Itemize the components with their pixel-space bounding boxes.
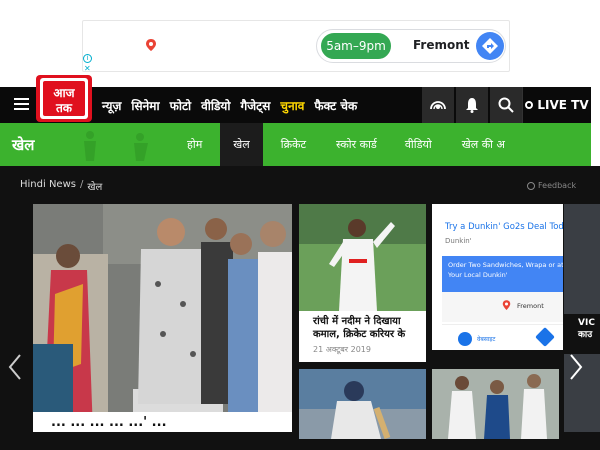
story-date: 21 अक्टूबर 2019 <box>313 345 371 354</box>
ad-brand: Dunkin' <box>445 237 472 245</box>
carousel-prev-button[interactable] <box>5 352 25 382</box>
main-story-caption: ... ... ... ... ...' ... <box>51 415 167 430</box>
story-card-players[interactable] <box>432 369 559 439</box>
bell-icon <box>466 98 478 113</box>
tab-scorecard[interactable]: स्कोर कार्ड <box>326 123 387 166</box>
tab-video[interactable]: वीडियो <box>395 123 442 166</box>
feedback-icon <box>527 181 535 190</box>
live-tv-label: LIVE TV <box>537 98 589 112</box>
carousel-next-button[interactable] <box>566 352 586 382</box>
search-icon <box>498 97 514 113</box>
chevron-left-icon <box>8 354 21 380</box>
nav-video[interactable]: वीडियो <box>201 97 230 114</box>
top-header: आज तक न्यूज़ सिनेमा फोटो वीडियो गैजेट्स … <box>0 75 591 123</box>
story-card[interactable]: रांची में नदीम ने दिखाया कमाल, क्रिकेट क… <box>299 204 426 362</box>
section-tabs: होम खेल क्रिकेट स्कोर कार्ड वीडियो खेल क… <box>177 123 515 166</box>
store-hours: 5am–9pm <box>321 33 391 59</box>
section-title[interactable]: खेल <box>12 135 34 155</box>
chevron-right-icon <box>570 354 583 380</box>
ad-location-box: Fremont <box>442 292 563 322</box>
nav-election[interactable]: चुनाव <box>280 97 304 114</box>
feedback-link[interactable]: Feedback <box>527 181 576 190</box>
ad-close-icon[interactable]: ✕ <box>84 64 91 73</box>
tab-cricket[interactable]: क्रिकेट <box>271 123 316 166</box>
main-nav: न्यूज़ सिनेमा फोटो वीडियो गैजेट्स चुनाव … <box>102 87 367 123</box>
ad-location-name: Fremont <box>517 302 544 310</box>
tab-more-sports[interactable]: खेल की अ <box>452 123 515 166</box>
live-tv-button[interactable]: LIVE TV <box>522 87 591 123</box>
section-nav: खेल होम खेल क्रिकेट स्कोर कार्ड वीडियो ख… <box>0 123 591 166</box>
podcast-button[interactable] <box>422 87 454 123</box>
live-dot-icon <box>525 101 534 109</box>
aajtak-logo[interactable]: आज तक <box>34 75 94 123</box>
peek-caption: VIC काउ <box>578 318 595 340</box>
main-story-card[interactable]: ... ... ... ... ...' ... <box>33 204 292 432</box>
svg-text:आज: आज <box>53 86 75 100</box>
breadcrumb-current: खेल <box>87 182 103 193</box>
svg-text:तक: तक <box>55 101 73 115</box>
nav-news[interactable]: न्यूज़ <box>102 97 121 114</box>
story-headline[interactable]: रांची में नदीम ने दिखाया कमाल, क्रिकेट क… <box>299 311 426 341</box>
story-image <box>432 369 559 439</box>
nav-photo[interactable]: फोटो <box>170 97 192 114</box>
dunkin-ad-card[interactable]: Try a Dunkin' Go2s Deal Today Dunkin' Or… <box>432 204 563 350</box>
page: i ✕ 5am–9pm Fremont आज तक न्यूज़ सिनेमा <box>0 0 600 450</box>
nav-cinema[interactable]: सिनेमा <box>131 97 159 114</box>
ad-offer-box[interactable]: Order Two Sandwiches, Wrapa or at Your L… <box>442 256 563 292</box>
story-image <box>299 369 426 439</box>
podcast-icon <box>430 101 446 110</box>
search-button[interactable] <box>490 87 522 123</box>
feedback-label: Feedback <box>538 181 577 190</box>
map-ad-banner[interactable]: i ✕ 5am–9pm Fremont <box>82 20 510 73</box>
tab-sports[interactable]: खेल <box>220 123 263 166</box>
store-location: Fremont <box>413 38 470 52</box>
ad-info-icon[interactable]: i <box>83 54 92 63</box>
directions-icon <box>482 38 498 54</box>
breadcrumb-separator: / <box>79 179 84 190</box>
website-globe-icon[interactable] <box>458 332 472 346</box>
nav-fact-check[interactable]: फैक्ट चेक <box>314 97 357 114</box>
location-pin-icon <box>502 300 511 310</box>
next-slide-peek[interactable]: VIC काउ <box>564 204 600 432</box>
directions-button[interactable] <box>476 32 504 60</box>
menu-icon[interactable] <box>14 98 29 110</box>
ad-website-label[interactable]: वेबसाइट <box>477 335 495 343</box>
story-image <box>299 204 426 311</box>
story-card-batsman[interactable] <box>299 369 426 439</box>
map-pin-icon <box>146 39 156 51</box>
nav-gadgets[interactable]: गैजेट्स <box>241 97 271 114</box>
breadcrumb: Hindi News / खेल <box>20 179 102 193</box>
breadcrumb-home[interactable]: Hindi News <box>20 179 76 193</box>
tab-home[interactable]: होम <box>177 123 212 166</box>
ad-title[interactable]: Try a Dunkin' Go2s Deal Today <box>445 222 563 232</box>
content-area: Hindi News / खेल Feedback ... ... ... ..… <box>0 166 600 450</box>
notification-button[interactable] <box>456 87 488 123</box>
main-story-image <box>33 204 292 432</box>
